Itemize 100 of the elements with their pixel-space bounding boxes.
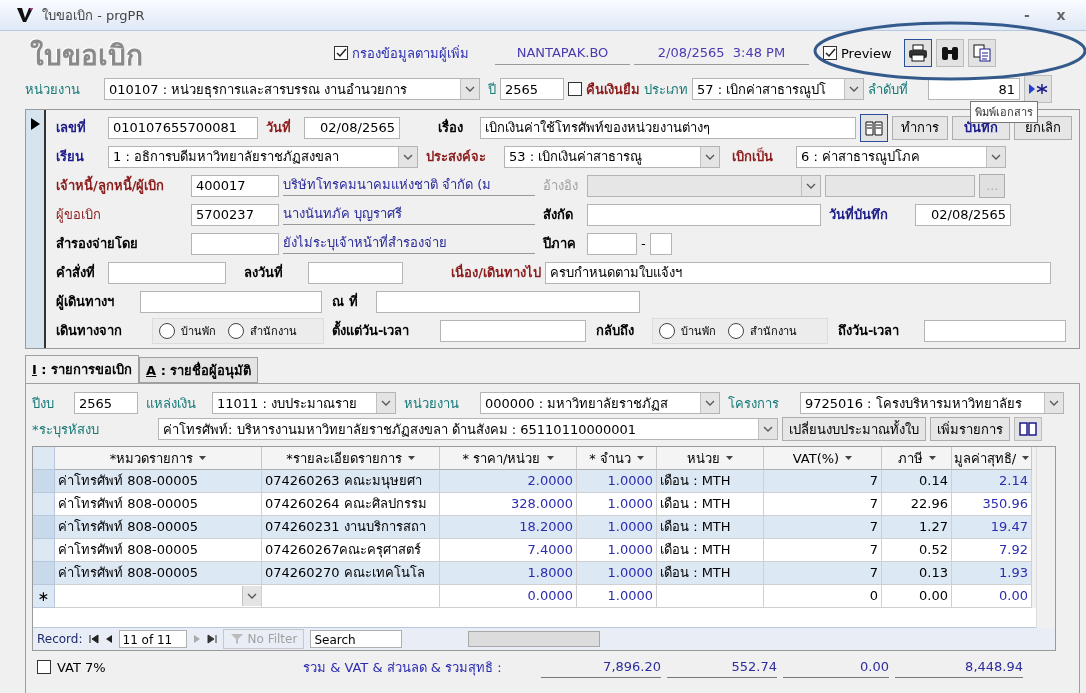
column-header[interactable]: VAT(%) bbox=[764, 447, 882, 470]
budget-button[interactable]: เพิ่มรายการ bbox=[930, 417, 1010, 441]
table-cell: 350.96 bbox=[952, 493, 1032, 516]
action-button[interactable]: ทำการ bbox=[892, 115, 948, 140]
radio-label: บ้านพัก bbox=[681, 323, 716, 340]
table-cell: 074260267คณะครุศาสตร์ bbox=[262, 539, 440, 562]
total-value: 0.00 bbox=[783, 656, 889, 678]
column-header[interactable]: *หมวดรายการ bbox=[55, 447, 262, 470]
recipient-combo[interactable]: 1 : อธิการบดีมหาวิทยาลัยราชภัฏสงขลา bbox=[108, 145, 418, 168]
table-cell: 0.0000 bbox=[440, 585, 577, 608]
table-cell: เดือน : MTH bbox=[657, 516, 764, 539]
field-label: วันที่ bbox=[266, 117, 292, 137]
field-label: คำสั่งที่ bbox=[56, 262, 96, 282]
table-cell: 1.27 bbox=[882, 516, 952, 539]
unit-combo[interactable]: 000000 : มหาวิทยาลัยราชภัฏส bbox=[480, 392, 720, 414]
record-date-field[interactable]: 02/08/2565 bbox=[915, 203, 1011, 226]
field-label: ปีภาค bbox=[543, 235, 577, 253]
table-cell: 0.14 bbox=[882, 470, 952, 493]
sequence-field[interactable]: 81 bbox=[928, 78, 1020, 100]
table-cell: 7.92 bbox=[952, 539, 1032, 562]
reason-field[interactable]: ครบกำหนดตามใบแจ้งฯ bbox=[545, 261, 1051, 284]
table-cell: 0.52 bbox=[882, 539, 952, 562]
creditor-code-field[interactable]: 400017 bbox=[191, 174, 279, 197]
column-header[interactable]: มูลค่าสุทธิ/ bbox=[952, 447, 1032, 470]
radio-label: บ้านพัก bbox=[181, 323, 216, 340]
table-cell: 074260264 คณะศิลปกรรม bbox=[262, 493, 440, 516]
field-label: เลขที่ bbox=[56, 117, 87, 137]
table-cell: 0.00 bbox=[882, 585, 952, 608]
table-cell: 7 bbox=[764, 562, 882, 585]
table-cell: เดือน : MTH bbox=[657, 470, 764, 493]
tab[interactable]: A : รายชื่อผู้อนุมัติ bbox=[139, 357, 259, 383]
field-label: เรียน bbox=[56, 148, 85, 166]
table-cell: 1.0000 bbox=[577, 516, 657, 539]
table-cell: 074260270 คณะเทคโนโล bbox=[262, 562, 440, 585]
field-label: เดินทางจาก bbox=[56, 322, 123, 340]
field-label: ปี bbox=[488, 80, 496, 99]
table-cell: 0.00 bbox=[952, 585, 1032, 608]
field-label: คืนเงินยืม bbox=[586, 80, 640, 99]
budget-year-field[interactable]: 2565 bbox=[74, 392, 138, 414]
table-cell: เดือน : MTH bbox=[657, 539, 764, 562]
field-label: ถึงวัน-เวลา bbox=[838, 322, 901, 340]
filter-label: กรองข้อมูลตามผู้เพิ่ม bbox=[352, 44, 469, 64]
total-value: 7,896.20 bbox=[541, 656, 661, 678]
doc-number-field[interactable]: 010107655700081 bbox=[108, 116, 258, 139]
table-cell: 22.96 bbox=[882, 493, 952, 516]
record-label: Record: bbox=[37, 632, 83, 646]
purpose-combo[interactable]: 53 : เบิกเงินค่าสาธารณู bbox=[504, 145, 720, 168]
form-title: ใบขอเบิก bbox=[30, 38, 144, 74]
record-position-field[interactable]: 11 of 11 bbox=[118, 630, 187, 648]
table-cell: เดือน : MTH bbox=[657, 493, 764, 516]
table-cell: ค่าโทรศัพท์ 808-00005 bbox=[55, 516, 262, 539]
field-label: VAT 7% bbox=[57, 659, 107, 675]
table-cell: 1.0000 bbox=[577, 585, 657, 608]
table-cell: 7 bbox=[764, 516, 882, 539]
source-combo[interactable]: 11011 : งบประมาณราย bbox=[212, 392, 396, 414]
unit-combo[interactable]: 010107 : หน่วยธุรการและสารบรรณ งานอำนวยการ bbox=[104, 78, 480, 100]
pay-as-combo[interactable]: 6 : ค่าสาธารณูปโภค bbox=[796, 145, 1006, 168]
search-field[interactable]: Search bbox=[310, 630, 403, 648]
requester-code-field[interactable]: 5700237 bbox=[191, 203, 279, 226]
field-label: ประเภท bbox=[644, 80, 688, 99]
table-cell: 1.0000 bbox=[577, 562, 657, 585]
close-button[interactable]: x bbox=[1048, 7, 1074, 23]
table-cell: เดือน : MTH bbox=[657, 562, 764, 585]
field-label: ผู้เดินทางฯ bbox=[56, 293, 115, 312]
column-header[interactable]: * ราคา/หน่วย bbox=[440, 447, 577, 470]
year-field[interactable]: 2565 bbox=[500, 78, 564, 100]
column-header[interactable]: ภาษี bbox=[882, 447, 952, 470]
type-combo[interactable]: 57 : เบิกค่าสาธารณูปโ bbox=[692, 78, 864, 100]
table-cell: ค่าโทรศัพท์ 808-00005 bbox=[55, 493, 262, 516]
table-cell: 1.0000 bbox=[577, 470, 657, 493]
column-header[interactable]: *รายละเอียดรายการ bbox=[262, 447, 440, 470]
window-title: ใบขอเบิก - prgPR bbox=[42, 6, 146, 25]
table-cell: 1.8000 bbox=[440, 562, 577, 585]
new-row-marker: ∗ bbox=[33, 585, 55, 608]
field-label: แหล่งเงิน bbox=[146, 394, 197, 413]
field-label: หน่วยงาน bbox=[404, 394, 460, 413]
date-field[interactable]: 02/08/2565 bbox=[304, 116, 400, 139]
field-label: เรื่อง bbox=[438, 117, 464, 137]
table-cell: 074260263 คณะมนุษยศา bbox=[262, 470, 440, 493]
advance-name: ยังไม่ระบุเจ้าหน้าที่สำรองจ่าย bbox=[283, 233, 535, 254]
subject-field[interactable]: เบิกเงินค่าใช้โทรศัพท์ของหน่วยงานต่างๆ bbox=[480, 116, 856, 139]
budget-button[interactable]: เปลี่ยนงบประมาณทั้งใบ bbox=[782, 417, 926, 441]
field-label: กลับถึง bbox=[596, 322, 635, 340]
minimize-button[interactable]: - bbox=[1014, 7, 1040, 23]
table-cell: ค่าโทรศัพท์ 808-00005 bbox=[55, 470, 262, 493]
table-cell: 074260231 งานบริการสถา bbox=[262, 516, 440, 539]
project-combo[interactable]: 9725016 : โครงบริหารมหาวิทยาลัยร bbox=[800, 392, 1064, 414]
field-label: ผู้ขอเบิก bbox=[56, 206, 102, 225]
field-label: ลำดับที่ bbox=[868, 80, 909, 99]
column-header[interactable]: * จำนว bbox=[577, 447, 657, 470]
table-cell: 2.14 bbox=[952, 470, 1032, 493]
column-header[interactable]: หน่วย bbox=[657, 447, 764, 470]
date-time: 2/08/2565 3:48 PM bbox=[634, 41, 809, 65]
tab[interactable]: I : รายการขอเบิก bbox=[25, 355, 140, 383]
budget-code-combo[interactable]: ค่าโทรศัพท์: บริหารงานมหาวิทยาลัยราชภัฏสงขลา ด้านสังคม : 65110110000001 bbox=[158, 418, 778, 440]
field-label: ณ ที่ bbox=[332, 291, 359, 311]
radio-label: สำนักงาน bbox=[250, 323, 297, 340]
table-cell: 19.47 bbox=[952, 516, 1032, 539]
field-label: อ้างอิง bbox=[543, 177, 579, 195]
user-name: NANTAPAK.BO bbox=[495, 41, 630, 65]
